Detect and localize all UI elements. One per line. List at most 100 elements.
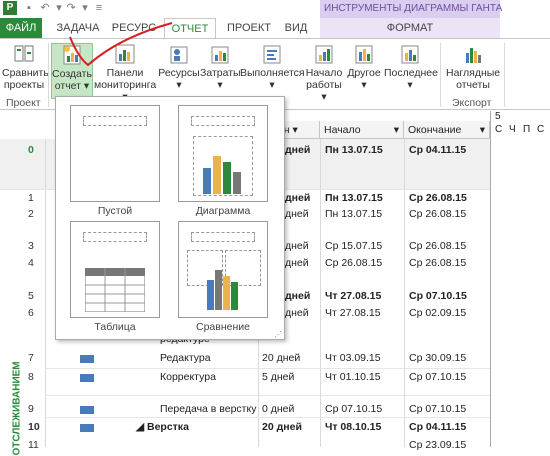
- finish-cell[interactable]: Ср 26.08.15: [409, 240, 466, 252]
- task-mode-icon: [80, 424, 94, 432]
- finish-cell[interactable]: Ср 26.08.15: [409, 257, 466, 269]
- start-cell[interactable]: Чт 27.08.15: [325, 307, 381, 319]
- comparison-report-label: Сравнение: [196, 321, 250, 333]
- timescale-day: П: [523, 124, 531, 135]
- duration-cell[interactable]: дней: [285, 240, 309, 252]
- task-name-cell[interactable]: Корректура: [160, 371, 216, 383]
- tab-project[interactable]: ПРОЕКТ: [220, 18, 278, 38]
- compare-projects-button[interactable]: Сравнить проекты: [2, 43, 49, 91]
- row-divider: [45, 395, 490, 396]
- tab-view[interactable]: ВИД: [280, 18, 312, 38]
- start-cell[interactable]: Чт 03.09.15: [325, 352, 381, 364]
- other-reports-icon: [353, 43, 375, 65]
- visual-reports-label: Наглядные отчеты: [446, 67, 501, 91]
- task-mode-icon: [80, 406, 94, 414]
- task-name-cell[interactable]: Редактура: [160, 352, 211, 364]
- duration-cell[interactable]: дней: [285, 144, 310, 156]
- start-cell[interactable]: Пн 13.07.15: [325, 208, 382, 220]
- redo-dropdown-icon[interactable]: ▾: [78, 1, 92, 15]
- finish-cell[interactable]: Ср 23.09.15: [409, 439, 466, 451]
- tab-format[interactable]: ФОРМАТ: [370, 18, 450, 38]
- column-header-start[interactable]: Начало ▾: [320, 121, 404, 139]
- costs-button[interactable]: Затраты ▾: [200, 43, 241, 91]
- duration-cell[interactable]: дней: [285, 192, 310, 204]
- duration-cell[interactable]: дней: [285, 208, 309, 220]
- row-number: 4: [28, 257, 34, 269]
- other-button[interactable]: Другое ▾: [344, 43, 384, 91]
- start-cell[interactable]: Чт 27.08.15: [325, 290, 381, 302]
- chart-bar: [223, 276, 230, 310]
- task-name-cell[interactable]: ◢ Верстка: [136, 421, 189, 433]
- task-name-cell[interactable]: Передача в верстку: [160, 403, 256, 415]
- group-separator: [504, 43, 505, 107]
- chart-report-label: Диаграмма: [195, 205, 251, 217]
- start-cell[interactable]: Чт 08.10.15: [325, 421, 381, 433]
- comparison-report-option[interactable]: [178, 221, 268, 318]
- row-number: 10: [28, 421, 40, 433]
- row-number: 11: [28, 439, 39, 451]
- finish-cell[interactable]: Ср 07.10.15: [409, 403, 466, 415]
- chart-report-option[interactable]: [178, 105, 268, 202]
- duration-cell[interactable]: дней: [285, 307, 309, 319]
- visual-reports-button[interactable]: Наглядные отчеты: [446, 43, 500, 91]
- table-icon: [85, 268, 145, 312]
- getting-started-button[interactable]: Начало работы ▾: [304, 43, 344, 103]
- finish-cell[interactable]: Ср 07.10.15: [409, 371, 466, 383]
- column-header-finish[interactable]: Окончание ▾: [404, 121, 490, 139]
- row-number: 8: [28, 371, 34, 383]
- view-side-label: ОТСЛЕЖИВАНИЕМ: [11, 361, 23, 456]
- duration-cell[interactable]: 5 дней: [262, 371, 294, 383]
- duration-cell[interactable]: 20 дней: [262, 421, 302, 433]
- finish-cell[interactable]: Ср 02.09.15: [409, 307, 466, 319]
- other-label: Другое ▾: [347, 67, 381, 91]
- duration-cell[interactable]: 0 дней: [262, 403, 294, 415]
- save-icon[interactable]: ▪: [22, 1, 36, 15]
- finish-cell[interactable]: Ср 30.09.15: [409, 352, 466, 364]
- timescale-day: С: [495, 124, 503, 135]
- start-cell[interactable]: Ср 26.08.15: [325, 257, 382, 269]
- table-row[interactable]: 11 Ср 23.09.15: [0, 439, 490, 451]
- finish-cell[interactable]: Ср 04.11.15: [409, 144, 466, 156]
- table-row[interactable]: 8 Корректура 5 дней Чт 01.10.15 Ср 07.10…: [0, 371, 490, 387]
- table-report-option[interactable]: [70, 221, 160, 318]
- group-label-project: Проект: [6, 97, 41, 109]
- customize-qat-icon[interactable]: ≡: [92, 1, 106, 15]
- row-number: 3: [28, 240, 34, 252]
- finish-cell[interactable]: Ср 07.10.15: [409, 290, 467, 302]
- start-cell[interactable]: Пн 13.07.15: [325, 144, 383, 156]
- project-app-icon: P: [3, 1, 17, 15]
- start-cell[interactable]: Пн 13.07.15: [325, 192, 383, 204]
- row-number: 7: [28, 352, 34, 364]
- finish-cell[interactable]: Ср 26.08.15: [409, 192, 467, 204]
- duration-cell[interactable]: 20 дней: [262, 352, 300, 364]
- timescale-day: Ч: [509, 124, 516, 135]
- start-cell[interactable]: Ср 07.10.15: [325, 403, 382, 415]
- resize-grip-icon[interactable]: ⋰: [274, 330, 282, 339]
- table-report-label: Таблица: [94, 321, 136, 333]
- chart-bar: [203, 168, 211, 194]
- group-separator: [440, 43, 441, 107]
- table-row[interactable]: 10 ◢ Верстка 20 дней Чт 08.10.15 Ср 04.1…: [0, 421, 490, 437]
- timescale-panel: 5 С Ч П С: [490, 111, 550, 447]
- tab-file[interactable]: ФАЙЛ: [0, 18, 42, 38]
- redo-icon[interactable]: ↷: [64, 1, 78, 15]
- costs-report-icon: [209, 43, 231, 65]
- recent-button[interactable]: Последнее ▾: [384, 43, 438, 91]
- title-placeholder: [191, 232, 255, 242]
- blank-report-option[interactable]: [70, 105, 160, 202]
- start-cell[interactable]: Ср 15.07.15: [325, 240, 382, 252]
- start-cell[interactable]: Чт 01.10.15: [325, 371, 381, 383]
- timescale-week: 5: [495, 111, 501, 122]
- finish-cell[interactable]: Ср 26.08.15: [409, 208, 466, 220]
- finish-cell[interactable]: Ср 04.11.15: [409, 421, 466, 433]
- chart-bar: [231, 282, 238, 310]
- duration-cell[interactable]: дней: [285, 257, 309, 269]
- undo-icon[interactable]: ↶: [38, 1, 52, 15]
- table-row[interactable]: 7 Редактура 20 дней Чт 03.09.15 Ср 30.09…: [0, 352, 490, 368]
- blank-report-label: Пустой: [97, 205, 133, 217]
- in-progress-button[interactable]: Выполняется ▾: [240, 43, 305, 91]
- duration-cell[interactable]: дней: [285, 290, 310, 302]
- task-mode-icon: [80, 355, 94, 363]
- create-report-gallery: Пустой Диаграмма Таблица Сравнение ⋰: [55, 96, 285, 340]
- in-progress-icon: [261, 43, 283, 65]
